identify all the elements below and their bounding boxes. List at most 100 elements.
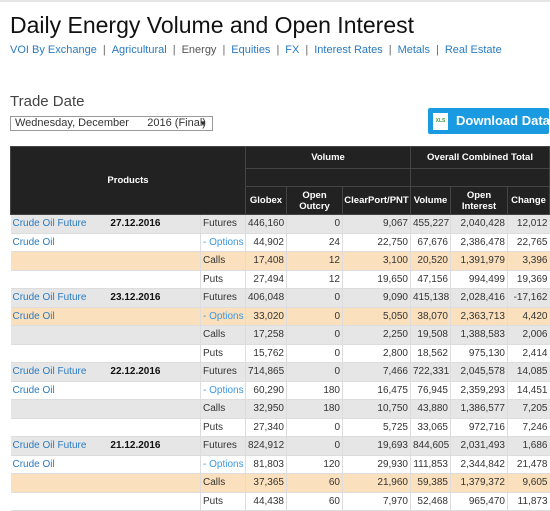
value-cell: 12	[286, 251, 343, 271]
value-cell: 19,650	[342, 270, 411, 289]
value-cell: 446,160	[245, 214, 287, 234]
value-cell: 19,693	[342, 436, 411, 456]
table-row: Calls 37,365 60 21,960 59,385 1,379,372 9,605	[10, 473, 550, 493]
value-cell: 27,340	[245, 418, 287, 437]
type-label: Calls	[203, 329, 226, 341]
table-row: Crude Oil Future 27.12.2016 Futures 446,160…	[10, 214, 550, 234]
dropdown-arrow-icon: ▼	[199, 119, 207, 128]
trade-date-select[interactable]: Wednesday, December 2016 (Final) ▼	[10, 116, 213, 131]
value-cell: 2,386,478	[450, 233, 508, 252]
value-cell: 38,070	[410, 307, 451, 326]
nav-link[interactable]: Metals	[398, 44, 430, 56]
value-cell: 824,912	[245, 436, 287, 456]
value-cell: 406,048	[245, 288, 287, 308]
type-cell: Calls	[200, 251, 246, 271]
value-cell: 2,414	[507, 344, 550, 363]
trade-date-label: Trade Date	[10, 93, 85, 110]
value-cell: 14,085	[507, 362, 550, 382]
product-cell: Crude Oil Future 27.12.2016	[10, 214, 201, 234]
value-cell: 19,369	[507, 270, 550, 289]
nav-link[interactable]: Equities	[231, 44, 270, 56]
type-cell: Puts	[200, 418, 246, 437]
product-link[interactable]: Crude Oil Future	[13, 440, 87, 451]
type-label: Puts	[203, 421, 224, 433]
product-cell: Crude Oil Future 22.12.2016	[10, 362, 201, 382]
value-cell: -17,162	[507, 288, 550, 308]
type-cell: - Options	[200, 233, 246, 252]
value-cell: 180	[286, 399, 343, 419]
table-row: Crude Oil Future 22.12.2016 Futures 714,865…	[10, 362, 550, 382]
category-nav: VOI By Exchange | Agricultural | Energy | Equi…	[10, 44, 545, 56]
value-cell: 21,478	[507, 455, 550, 474]
product-link[interactable]: Crude Oil Future	[13, 292, 87, 303]
product-link[interactable]: Crude Oil	[13, 459, 55, 470]
nav-link[interactable]: Agricultural	[112, 44, 167, 56]
nav-link[interactable]: Energy	[182, 44, 217, 56]
type-cell: - Options	[200, 381, 246, 400]
nav-separator: |	[435, 44, 439, 56]
value-cell: 21,960	[342, 473, 411, 493]
product-link[interactable]: Crude Oil	[13, 385, 55, 396]
type-label: Calls	[203, 403, 226, 415]
value-cell: 1,388,583	[450, 325, 508, 345]
type-label: Futures	[203, 440, 237, 452]
value-cell: 2,006	[507, 325, 550, 345]
value-cell: 60	[286, 473, 343, 493]
value-cell: 27,494	[245, 270, 287, 289]
type-label: Puts	[203, 347, 224, 359]
value-cell: 1,391,979	[450, 251, 508, 271]
nav-link[interactable]: Interest Rates	[314, 44, 382, 56]
header-clearport: ClearPort/PNT	[342, 186, 411, 215]
product-cell: Crude Oil	[10, 455, 201, 474]
value-cell: 415,138	[410, 288, 451, 308]
table-row: Puts 27,340 0 5,725 33,065 972,716 7,246	[10, 418, 550, 437]
value-cell: 14,451	[507, 381, 550, 400]
value-cell: 2,359,293	[450, 381, 508, 400]
value-cell: 9,605	[507, 473, 550, 493]
page-title: Daily Energy Volume and Open Interest	[10, 12, 415, 38]
product-cell	[10, 325, 201, 345]
product-cell: Crude Oil	[10, 381, 201, 400]
options-link[interactable]: - Options	[203, 311, 244, 322]
product-link[interactable]: Crude Oil Future	[13, 366, 87, 377]
download-data-button[interactable]: XLS Download Data	[428, 108, 550, 134]
value-cell: 1,386,577	[450, 399, 508, 419]
options-link[interactable]: - Options	[203, 459, 244, 470]
value-cell: 722,331	[410, 362, 451, 382]
value-cell: 0	[286, 325, 343, 345]
product-link[interactable]: Crude Oil	[13, 311, 55, 322]
table-row: Crude Oil Future 21.12.2016 Futures 824,912…	[10, 436, 550, 456]
value-cell: 37,365	[245, 473, 287, 493]
type-cell: Futures	[200, 362, 246, 382]
value-cell: 0	[286, 418, 343, 437]
options-link[interactable]: - Options	[203, 385, 244, 396]
nav-link[interactable]: VOI By Exchange	[10, 44, 97, 56]
value-cell: 7,970	[342, 492, 411, 511]
value-cell: 43,880	[410, 399, 451, 419]
table-row: Calls 32,950 180 10,750 43,880 1,386,577 7,205	[10, 399, 550, 419]
value-cell: 32,950	[245, 399, 287, 419]
value-cell: 76,945	[410, 381, 451, 400]
product-link[interactable]: Crude Oil	[13, 237, 55, 248]
value-cell: 11,873	[507, 492, 550, 511]
type-label: Calls	[203, 477, 226, 489]
product-cell	[10, 492, 201, 511]
type-cell: Calls	[200, 473, 246, 493]
value-cell: 9,067	[342, 214, 411, 234]
value-cell: 0	[286, 214, 343, 234]
table-row: Puts 15,762 0 2,800 18,562 975,130 2,414	[10, 344, 550, 363]
product-cell	[10, 473, 201, 493]
nav-separator: |	[388, 44, 392, 56]
value-cell: 20,520	[410, 251, 451, 271]
trade-date: 22.12.2016	[110, 366, 161, 378]
product-link[interactable]: Crude Oil Future	[13, 218, 87, 229]
options-link[interactable]: - Options	[203, 237, 244, 248]
nav-link[interactable]: FX	[285, 44, 299, 56]
value-cell: 714,865	[245, 362, 287, 382]
header-change: Change	[507, 186, 550, 215]
nav-link[interactable]: Real Estate	[445, 44, 502, 56]
product-cell	[10, 399, 201, 419]
type-label: Puts	[203, 495, 224, 507]
header-spacer	[410, 168, 550, 187]
value-cell: 120	[286, 455, 343, 474]
